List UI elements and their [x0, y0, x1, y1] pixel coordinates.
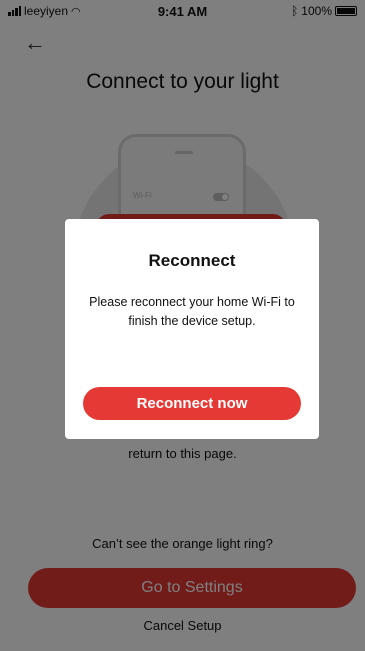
dialog-body: Please reconnect your home Wi-Fi to fini… [89, 295, 295, 328]
dialog-title: Reconnect [148, 251, 236, 270]
reconnect-now-button[interactable]: Reconnect now [83, 387, 301, 420]
reconnect-dialog: Reconnect Please reconnect your home Wi-… [65, 219, 319, 439]
setup-screen: leeyiyen ◠ 9:41 AM ᛒ 100% ← Connect to y… [0, 0, 365, 651]
